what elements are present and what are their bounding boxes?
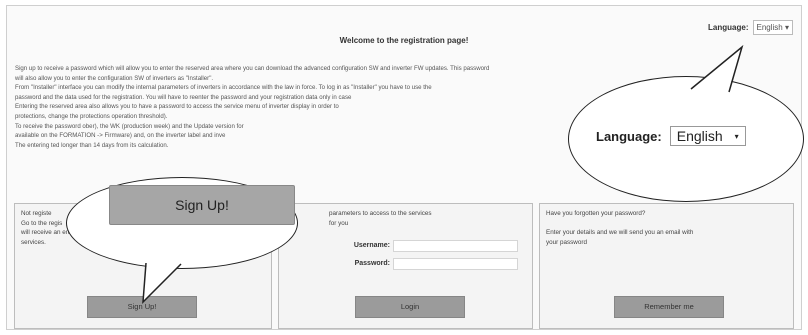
password-label: Password:	[354, 259, 390, 267]
username-input[interactable]	[393, 239, 518, 252]
forgot-text: Have you forgotten your password?	[546, 210, 646, 217]
intro-line: Sign up to receive a password which will…	[15, 65, 490, 72]
forgot-text: your password	[546, 238, 587, 246]
language-value: English	[756, 23, 783, 32]
chevron-down-icon: ▾	[734, 131, 739, 141]
remember-me-button[interactable]: Remember me	[614, 296, 724, 318]
language-selector: Language: English ▾	[708, 20, 793, 35]
login-button[interactable]: Login	[355, 296, 465, 318]
forgot-text	[546, 219, 787, 229]
chevron-down-icon: ▾	[784, 23, 789, 32]
language-callout: Language: English ▾	[596, 126, 746, 146]
language-callout-value: English	[676, 128, 723, 144]
signup-button[interactable]: Sign Up!	[87, 296, 197, 318]
login-form: Username: Password:	[343, 238, 518, 274]
login-text: for you	[329, 219, 349, 227]
username-row: Username:	[343, 238, 518, 253]
signup-callout-button[interactable]: Sign Up!	[109, 185, 295, 225]
page-title: Welcome to the registration page!	[339, 36, 469, 45]
forgot-text: Enter your details and we will send you …	[546, 229, 694, 236]
forgot-password-panel: Have you forgotten your password? Enter …	[539, 203, 794, 329]
password-input[interactable]	[393, 257, 518, 270]
username-label: Username:	[353, 241, 390, 249]
language-select[interactable]: English ▾	[752, 20, 793, 35]
login-panel: parameters to access to the services for…	[278, 203, 533, 329]
language-callout-label: Language:	[596, 128, 662, 144]
language-label: Language:	[708, 23, 749, 32]
login-text: parameters to access to the services	[329, 210, 432, 217]
password-row: Password:	[343, 256, 518, 271]
language-callout-select[interactable]: English ▾	[669, 126, 746, 146]
header: Language: English ▾ Welcome to the regis…	[7, 6, 801, 58]
